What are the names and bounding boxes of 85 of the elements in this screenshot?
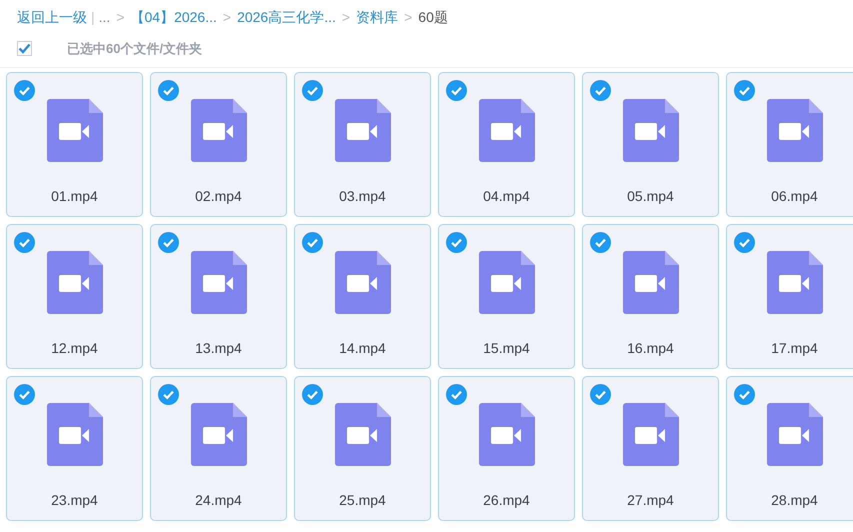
file-name: 02.mp4 — [195, 187, 242, 206]
breadcrumb-divider: | — [91, 8, 95, 27]
file-tile[interactable]: 28.mp4 — [726, 376, 853, 521]
video-file-icon — [334, 251, 390, 314]
file-tile[interactable]: 15.mp4 — [438, 224, 575, 369]
check-icon[interactable] — [158, 384, 179, 405]
file-name: 17.mp4 — [771, 339, 818, 358]
file-name: 06.mp4 — [771, 187, 818, 206]
video-file-icon — [766, 251, 822, 314]
file-name: 05.mp4 — [627, 187, 674, 206]
check-icon[interactable] — [14, 232, 35, 253]
video-file-icon — [766, 99, 822, 162]
file-name: 04.mp4 — [483, 187, 530, 206]
select-all-checkbox[interactable] — [17, 41, 32, 56]
breadcrumb-current: 60题 — [418, 8, 448, 27]
file-name: 23.mp4 — [51, 491, 98, 510]
file-name: 16.mp4 — [627, 339, 674, 358]
file-tile[interactable]: 12.mp4 — [6, 224, 143, 369]
file-tile[interactable]: 27.mp4 — [582, 376, 719, 521]
file-tile[interactable]: 26.mp4 — [438, 376, 575, 521]
check-icon[interactable] — [590, 232, 611, 253]
video-file-icon — [46, 99, 102, 162]
video-file-icon — [622, 251, 678, 314]
file-tile[interactable]: 23.mp4 — [6, 376, 143, 521]
video-file-icon — [46, 403, 102, 466]
check-icon[interactable] — [14, 80, 35, 101]
check-icon[interactable] — [590, 384, 611, 405]
check-icon[interactable] — [14, 384, 35, 405]
check-icon[interactable] — [734, 232, 755, 253]
video-file-icon — [478, 99, 534, 162]
file-tile[interactable]: 25.mp4 — [294, 376, 431, 521]
breadcrumb-ellipsis: ... — [98, 8, 110, 27]
file-name: 12.mp4 — [51, 339, 98, 358]
breadcrumb-separator: > — [404, 8, 412, 27]
file-tile[interactable]: 24.mp4 — [150, 376, 287, 521]
breadcrumb-link[interactable]: 资料库 — [356, 7, 398, 28]
breadcrumb-link[interactable]: 【04】2026... — [130, 7, 217, 28]
file-name: 25.mp4 — [339, 491, 386, 510]
file-name: 01.mp4 — [51, 187, 98, 206]
video-file-icon — [190, 251, 246, 314]
video-file-icon — [766, 403, 822, 466]
check-icon[interactable] — [158, 80, 179, 101]
check-icon[interactable] — [446, 80, 467, 101]
file-tile[interactable]: 06.mp4 — [726, 72, 853, 217]
file-name: 15.mp4 — [483, 339, 530, 358]
selection-count: 已选中60个文件/文件夹 — [67, 40, 202, 58]
file-tile[interactable]: 02.mp4 — [150, 72, 287, 217]
video-file-icon — [478, 251, 534, 314]
file-name: 26.mp4 — [483, 491, 530, 510]
check-icon[interactable] — [158, 232, 179, 253]
video-file-icon — [334, 99, 390, 162]
video-file-icon — [190, 403, 246, 466]
breadcrumb-link[interactable]: 2026高三化学... — [237, 7, 336, 28]
video-file-icon — [334, 403, 390, 466]
video-file-icon — [190, 99, 246, 162]
file-tile[interactable]: 03.mp4 — [294, 72, 431, 217]
breadcrumb-separator: > — [342, 8, 350, 27]
file-name: 27.mp4 — [627, 491, 674, 510]
breadcrumb-separator: > — [222, 8, 232, 27]
check-icon[interactable] — [590, 80, 611, 101]
check-icon[interactable] — [734, 80, 755, 101]
video-file-icon — [478, 403, 534, 466]
breadcrumb-separator: > — [116, 8, 124, 27]
file-name: 28.mp4 — [771, 491, 818, 510]
file-tile[interactable]: 01.mp4 — [6, 72, 143, 217]
check-icon[interactable] — [302, 80, 323, 101]
file-tile[interactable]: 05.mp4 — [582, 72, 719, 217]
video-file-icon — [622, 403, 678, 466]
file-tile[interactable]: 04.mp4 — [438, 72, 575, 217]
file-tile[interactable]: 17.mp4 — [726, 224, 853, 369]
file-name: 03.mp4 — [339, 187, 386, 206]
check-icon[interactable] — [446, 384, 467, 405]
check-icon[interactable] — [446, 232, 467, 253]
file-tile[interactable]: 14.mp4 — [294, 224, 431, 369]
file-tile[interactable]: 16.mp4 — [582, 224, 719, 369]
breadcrumb-link[interactable]: 返回上一级 — [17, 7, 87, 28]
file-tile[interactable]: 13.mp4 — [150, 224, 287, 369]
check-icon[interactable] — [734, 384, 755, 405]
file-name: 24.mp4 — [195, 491, 242, 510]
video-file-icon — [46, 251, 102, 314]
file-name: 13.mp4 — [195, 339, 242, 358]
check-icon[interactable] — [302, 232, 323, 253]
check-icon[interactable] — [302, 384, 323, 405]
video-file-icon — [622, 99, 678, 162]
file-name: 14.mp4 — [339, 339, 386, 358]
